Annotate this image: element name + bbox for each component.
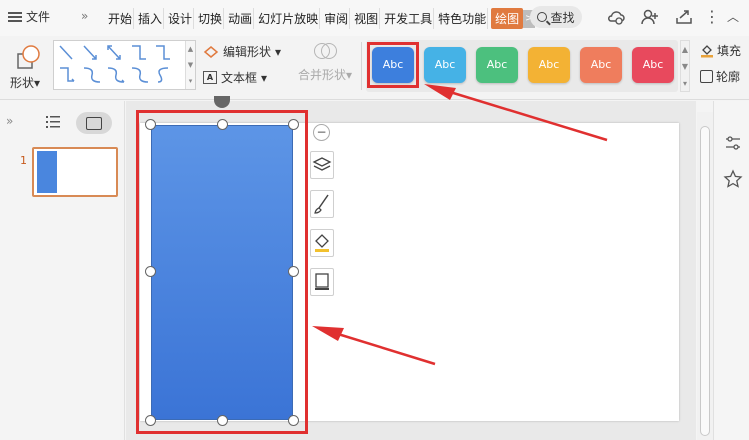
- slide-thumbnail-panel: » 1: [0, 101, 125, 440]
- slide-thumbnail[interactable]: [32, 147, 118, 197]
- tab-home[interactable]: 开始: [107, 8, 135, 29]
- tab-view[interactable]: 视图: [353, 8, 381, 29]
- right-side-panel: [713, 101, 749, 440]
- outline-style-icon: [315, 273, 329, 290]
- tab-developer[interactable]: 开发工具: [383, 8, 435, 29]
- textbox-icon: A: [203, 71, 217, 84]
- brush-icon: [314, 194, 329, 214]
- gallery-scrollbar[interactable]: ▲ ▼ ▾: [185, 41, 195, 89]
- fill-color-icon: [315, 234, 329, 252]
- collapse-ribbon-icon[interactable]: ︿: [727, 8, 739, 25]
- menu-bar: 文件 » 开始 插入 设计 切换 动画 幻灯片放映 审阅 视图 开发工具 特色功…: [0, 0, 749, 36]
- shape-icon: [17, 45, 40, 69]
- thumbnail-view-toggle[interactable]: [76, 112, 112, 134]
- tab-insert[interactable]: 插入: [137, 8, 165, 29]
- hamburger-icon: [8, 11, 22, 22]
- textbox-caret-icon: ▾: [261, 70, 268, 85]
- style-green-button[interactable]: Abc: [476, 47, 518, 83]
- textbox-button[interactable]: A 文本框 ▾: [203, 69, 267, 86]
- highlight-shape-box: [136, 110, 308, 434]
- add-user-icon[interactable]: [640, 7, 660, 27]
- file-menu-label: 文件: [26, 10, 51, 24]
- tab-review[interactable]: 审阅: [323, 8, 351, 29]
- more-tabs-icon[interactable]: »: [81, 9, 88, 23]
- outline-view-icon[interactable]: [46, 115, 60, 129]
- vertical-scroll-thumb[interactable]: [700, 126, 710, 436]
- outline-label: 轮廓: [716, 70, 741, 84]
- search-button[interactable]: 查找: [530, 6, 582, 28]
- collapse-toolbar-icon[interactable]: −: [313, 124, 330, 141]
- tab-slideshow[interactable]: 幻灯片放映: [257, 8, 321, 29]
- brush-button[interactable]: [310, 190, 334, 218]
- ribbon-tabs: 开始 插入 设计 切换 动画 幻灯片放映 审阅 视图 开发工具 特色功能 绘图 …: [107, 8, 536, 29]
- line-shape-grid[interactable]: [54, 41, 184, 89]
- tab-special[interactable]: 特色功能: [437, 8, 489, 29]
- tab-animation[interactable]: 动画: [227, 8, 255, 29]
- properties-icon[interactable]: [723, 133, 743, 153]
- fill-color-button[interactable]: [310, 229, 334, 257]
- edit-shape-icon: [203, 45, 219, 58]
- style-gallery-scrollbar[interactable]: ▲ ▼ ▾: [680, 40, 690, 92]
- layers-button[interactable]: [310, 151, 334, 179]
- style-coral-button[interactable]: Abc: [580, 47, 622, 83]
- search-label: 查找: [550, 10, 575, 25]
- line-shape-gallery[interactable]: ▲ ▼ ▾: [53, 40, 196, 90]
- textbox-label: 文本框: [221, 71, 258, 85]
- expand-panel-icon[interactable]: »: [6, 114, 13, 128]
- merge-shape-button[interactable]: 合并形状▾: [290, 40, 360, 83]
- fill-label: 填充: [717, 44, 742, 58]
- fill-button[interactable]: 填充: [700, 42, 741, 59]
- search-icon: [537, 12, 548, 22]
- edit-shape-label: 编辑形状: [223, 45, 272, 59]
- vertical-scrollbar[interactable]: [697, 112, 713, 440]
- outline-icon: [700, 70, 713, 83]
- share-icon[interactable]: [674, 7, 694, 27]
- edit-shape-caret-icon: ▾: [275, 44, 282, 59]
- shape-label: 形状▾: [10, 76, 41, 90]
- merge-shape-icon: [313, 40, 337, 62]
- style-lightblue-button[interactable]: Abc: [424, 47, 466, 83]
- outline-style-button[interactable]: [310, 268, 334, 296]
- edit-shape-button[interactable]: 编辑形状 ▾: [203, 43, 281, 60]
- tab-transition[interactable]: 切换: [197, 8, 225, 29]
- top-icon-group: [606, 7, 694, 27]
- fill-bucket-icon: [701, 44, 713, 57]
- thumbnail-shape: [37, 151, 57, 193]
- file-menu[interactable]: 文件: [8, 8, 50, 25]
- tab-drawing[interactable]: 绘图: [491, 8, 524, 29]
- more-options-icon[interactable]: ⋮: [704, 9, 720, 25]
- highlight-style-box: [367, 42, 419, 88]
- cloud-sync-icon[interactable]: [606, 7, 626, 27]
- outline-button[interactable]: 轮廓: [700, 68, 740, 85]
- style-orange-button[interactable]: Abc: [528, 47, 570, 83]
- layers-icon: [312, 157, 332, 171]
- tab-design[interactable]: 设计: [167, 8, 195, 29]
- shape-button[interactable]: 形状▾: [10, 40, 46, 94]
- style-red-button[interactable]: Abc: [632, 47, 674, 83]
- star-icon[interactable]: [723, 169, 743, 189]
- merge-shape-label: 合并形状▾: [297, 68, 353, 82]
- ribbon-divider: [361, 42, 362, 90]
- slide-number: 1: [20, 154, 27, 167]
